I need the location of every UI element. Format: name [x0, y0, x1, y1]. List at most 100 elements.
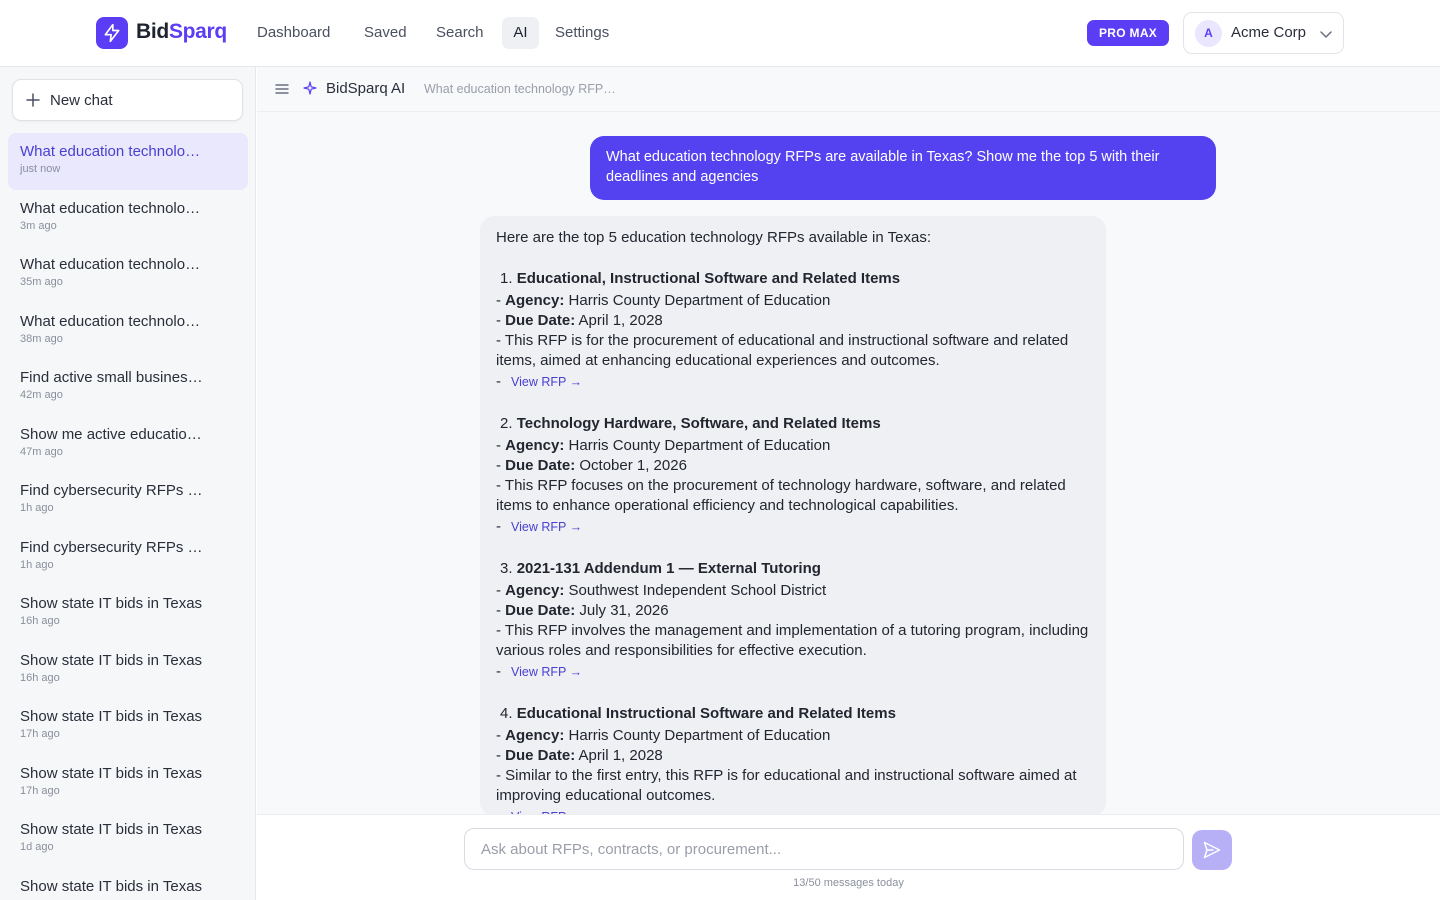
chat-time: 42m ago	[20, 389, 63, 401]
agency-label: Agency:	[505, 437, 565, 454]
due-date-label: Due Date:	[505, 747, 576, 764]
bullet-dash: -	[496, 477, 501, 494]
rfp-title: Educational, Instructional Software and …	[516, 270, 901, 287]
org-name: Acme Corp	[1231, 24, 1307, 41]
send-button[interactable]	[1192, 830, 1232, 870]
new-chat-button[interactable]: New chat	[12, 79, 243, 121]
message-quota: 13/50 messages today	[793, 877, 904, 889]
bullet-dash: -	[496, 332, 501, 349]
chat-title: Show state IT bids in Texas	[20, 651, 203, 669]
rfp-number: 2.	[500, 415, 513, 432]
view-rfp-link[interactable]: View RFP →	[511, 520, 582, 534]
nav-dashboard[interactable]: Dashboard	[247, 17, 340, 49]
plus-icon	[26, 93, 40, 107]
chat-history-item[interactable]: What education technolo… 38m ago	[8, 303, 248, 360]
avatar: A	[1195, 20, 1222, 47]
chat-title: Show state IT bids in Texas	[20, 764, 203, 782]
rfp-agency: Harris County Department of Education	[568, 437, 831, 454]
rfp-agency-line: - Agency: Harris County Department of Ed…	[496, 436, 1090, 456]
chat-title: Find cybersecurity RFPs d…	[20, 482, 210, 499]
bullet-dash: -	[496, 292, 501, 309]
bullet-dash: -	[496, 312, 501, 329]
rfp-heading: 3. 2021-131 Addendum 1 — External Tutori…	[496, 559, 1090, 579]
rfp-agency-line: - Agency: Southwest Independent School D…	[496, 581, 1090, 601]
chat-breadcrumb: What education technology RFP…	[424, 82, 616, 96]
org-switcher[interactable]: A Acme Corp	[1183, 12, 1344, 54]
rfp-agency-line: - Agency: Harris County Department of Ed…	[496, 726, 1090, 746]
chat-title: Show state IT bids in Texas	[20, 595, 203, 612]
chat-title-header: BidSparq AI	[326, 80, 406, 97]
bullet-dash: -	[496, 747, 501, 764]
new-chat-label: New chat	[50, 92, 113, 109]
chat-history-item[interactable]: Show state IT bids in Texas 16h ago	[8, 642, 248, 699]
chat-history-item[interactable]: Show state IT bids in Texas	[8, 868, 248, 900]
rfp-title: Technology Hardware, Software, and Relat…	[516, 415, 881, 432]
rfp-number: 4.	[500, 705, 513, 722]
rfp-agency-line: - Agency: Harris County Department of Ed…	[496, 291, 1090, 311]
bolt-logo-icon[interactable]	[96, 17, 128, 49]
menu-icon[interactable]	[275, 82, 289, 96]
chat-history-item[interactable]: Show state IT bids in Texas 1d ago	[8, 811, 248, 868]
rfp-description: - Similar to the first entry, this RFP i…	[496, 766, 1090, 806]
chat-title: What education technolo…	[20, 312, 201, 330]
rfp-description-text: This RFP is for the procurement of educa…	[496, 332, 1069, 369]
rfp-heading: 4. Educational Instructional Software an…	[496, 704, 1090, 724]
chat-title: Find cybersecurity RFPs d…	[20, 538, 210, 556]
rfp-due-date: July 31, 2026	[579, 602, 669, 619]
chevron-down-icon	[1320, 31, 1332, 38]
chat-input[interactable]	[465, 829, 1183, 869]
chat-history-item[interactable]: Find active small busines… 42m ago	[8, 359, 248, 416]
ai-intro-text: Here are the top 5 education technology …	[496, 229, 931, 246]
due-date-label: Due Date:	[505, 312, 576, 329]
brand-name-part1: Bid	[136, 20, 169, 43]
view-rfp-link[interactable]: View RFP →	[511, 375, 582, 389]
chat-history-item[interactable]: What education technolo… 35m ago	[8, 246, 248, 303]
chat-time: 38m ago	[20, 332, 63, 345]
chat-history-item[interactable]: What education technolo… 3m ago	[8, 190, 248, 247]
chat-history-sidebar: New chat What education technolo… just no…	[0, 67, 256, 900]
rfp-heading: 2. Technology Hardware, Software, and Re…	[496, 414, 1090, 434]
chat-time: just now	[20, 163, 61, 175]
bullet-dash: -	[496, 373, 501, 390]
chat-header: BidSparq AI What education technology RF…	[257, 67, 1440, 112]
rfp-view-line: -View RFP →	[496, 662, 1090, 682]
agency-label: Agency:	[505, 727, 565, 744]
rfp-due-date: October 1, 2026	[579, 457, 687, 474]
sparkle-icon	[303, 81, 317, 95]
chat-time: 16h ago	[20, 671, 60, 684]
ai-response-bubble: Here are the top 5 education technology …	[480, 216, 1106, 816]
chat-time: 17h ago	[20, 784, 60, 797]
user-message-bubble: What education technology RFPs are avail…	[590, 136, 1216, 200]
chat-history-item[interactable]: What education technolo… just now	[8, 133, 248, 190]
chat-history-item[interactable]: Find cybersecurity RFPs d… 1h ago	[8, 529, 248, 586]
chat-history-item[interactable]: Find cybersecurity RFPs d… 1h ago	[8, 472, 248, 529]
rfp-item: 4. Educational Instructional Software an…	[496, 704, 1090, 816]
rfp-description: - This RFP is for the procurement of edu…	[496, 331, 1090, 371]
chat-title: What education technolo…	[20, 199, 201, 217]
chat-title: What education technolo…	[20, 256, 201, 273]
nav-settings[interactable]: Settings	[545, 17, 619, 49]
rfp-description-text: This RFP focuses on the procurement of t…	[496, 477, 1066, 514]
chat-history-item[interactable]: Show state IT bids in Texas 17h ago	[8, 755, 248, 812]
send-icon	[1203, 841, 1221, 859]
chat-time: 47m ago	[20, 445, 63, 458]
nav-saved[interactable]: Saved	[354, 17, 417, 49]
chat-time: 3m ago	[20, 219, 57, 232]
chat-list: What education technolo… just now What ed…	[8, 133, 248, 900]
chat-input-wrapper[interactable]	[464, 828, 1184, 870]
chat-history-item[interactable]: Show me active educatio… 47m ago	[8, 416, 248, 473]
chat-history-item[interactable]: Show state IT bids in Texas 17h ago	[8, 698, 248, 755]
nav-search[interactable]: Search	[426, 17, 494, 49]
nav-ai[interactable]: AI	[502, 17, 539, 49]
rfp-due-date: April 1, 2028	[578, 747, 663, 764]
brand-name-part2: Sparq	[168, 20, 227, 43]
rfp-description-text: Similar to the first entry, this RFP is …	[496, 767, 1077, 804]
rfp-agency: Harris County Department of Education	[568, 727, 831, 744]
chat-history-item[interactable]: Show state IT bids in Texas 16h ago	[8, 585, 248, 642]
view-rfp-link[interactable]: View RFP →	[511, 665, 582, 679]
rfp-description: - This RFP focuses on the procurement of…	[496, 476, 1090, 516]
chat-main: BidSparq AI What education technology RF…	[257, 67, 1440, 900]
brand-name[interactable]: BidSparq	[136, 20, 227, 44]
bullet-dash: -	[496, 727, 501, 744]
rfp-view-line: -View RFP →	[496, 372, 1090, 392]
